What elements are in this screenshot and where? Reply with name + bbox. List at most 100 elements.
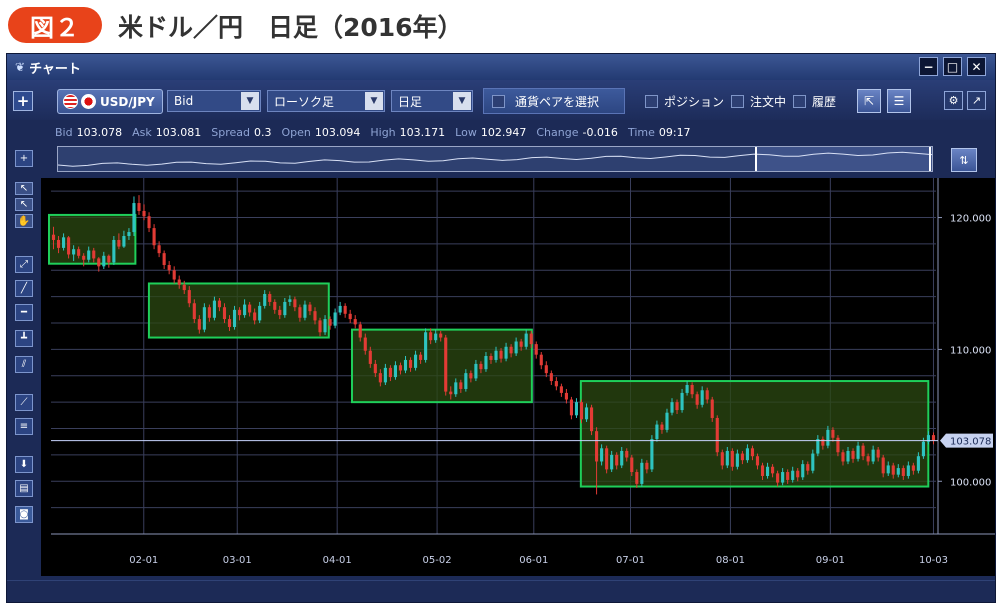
history-toggle[interactable]: 履歴 (793, 93, 836, 110)
chevron-down-icon[interactable]: ▼ (453, 92, 471, 110)
orders-checkbox[interactable] (731, 95, 744, 108)
fan-icon[interactable]: ⟋ (15, 394, 33, 411)
candle-body (283, 301, 287, 316)
candle-body (695, 394, 699, 405)
candle-body (876, 449, 880, 458)
candle-body (554, 381, 558, 387)
candle-body (685, 385, 689, 393)
camera-icon[interactable]: ◙ (15, 506, 33, 523)
x-tick-label: 08-01 (716, 555, 745, 566)
window-title: チャート (29, 61, 81, 77)
time-value: 09:17 (658, 125, 691, 139)
candle-body (419, 354, 423, 360)
candle-body (97, 258, 101, 267)
candle-body (841, 452, 845, 462)
candle-body (881, 457, 885, 474)
candle-body (303, 304, 307, 318)
candle-body (348, 313, 352, 320)
candle-body (343, 305, 347, 314)
candle-body (232, 309, 237, 327)
chevron-down-icon[interactable]: ▼ (365, 92, 383, 110)
positions-toggle[interactable]: ポジション (645, 93, 724, 110)
chart-canvas[interactable]: 02-01 03-01 04-01 05-02 06-01 07-01 08-01 09-01… (41, 178, 995, 576)
spread-value: 0.3 (253, 125, 272, 139)
ask-label: Ask (132, 125, 152, 139)
popout-icon[interactable]: ↗ (967, 91, 986, 110)
candle-body (725, 450, 729, 466)
chevron-down-icon[interactable]: ▼ (241, 92, 259, 110)
candle-body (735, 453, 739, 467)
list-icon[interactable]: ▤ (15, 480, 33, 497)
pointer-icon[interactable]: ↖ (15, 182, 33, 195)
figure-header: 図２ 米ドル／円 日足（2016年） (0, 0, 1000, 50)
candle-body (51, 234, 56, 240)
candle-body (484, 356, 488, 370)
fibonacci-icon[interactable]: ≡ (15, 418, 33, 435)
candle-body (137, 203, 141, 211)
candle-body (92, 250, 96, 259)
drawing-tools: + ↖ ↖ ✋ ⤢ ╱ ━ ┻ ⫽ ⟋ ≡ ⬇ ▤ ◙ (7, 120, 41, 580)
orders-toggle[interactable]: 注文中 (731, 93, 786, 110)
candle-body (142, 210, 146, 217)
list-view-icon[interactable]: ☰ (887, 89, 911, 113)
candle-body (796, 470, 800, 478)
currency-pair-button[interactable]: USD/JPY (57, 89, 163, 114)
candle-body (574, 402, 579, 416)
candle-body (896, 468, 900, 475)
candle-body (750, 448, 755, 457)
chart-toolbar: + USD/JPY Bid ▼ ローソク足 ▼ 日足 ▼ 通貨ペアを選択 ポジシ… (7, 80, 995, 120)
horizontal-line-icon[interactable]: ━ (15, 304, 33, 321)
positions-checkbox[interactable] (645, 95, 658, 108)
candle-body (640, 462, 644, 484)
trendline-icon[interactable]: ⤢ (15, 256, 33, 273)
chart-type-select[interactable]: ローソク足 ▼ (267, 90, 385, 112)
minimize-button[interactable]: − (919, 57, 938, 76)
select-pair-button[interactable]: 通貨ペアを選択 (483, 88, 625, 114)
restore-button[interactable]: □ (943, 57, 962, 76)
candle-body (861, 445, 865, 457)
plus-icon[interactable]: + (15, 150, 33, 167)
hand-icon[interactable]: ✋ (15, 214, 33, 228)
navigator-zoom-icon[interactable]: ⇅ (951, 148, 977, 172)
add-chart-button[interactable]: + (13, 91, 33, 111)
gear-icon[interactable]: ⚙ (944, 91, 963, 110)
candle-body (408, 359, 413, 368)
candle-body (856, 445, 860, 459)
timeframe-select[interactable]: 日足 ▼ (391, 90, 473, 112)
chart-export-icon[interactable]: ⇱ (857, 89, 881, 113)
candle-body (67, 237, 71, 255)
candle-body (776, 473, 780, 483)
channel-icon[interactable]: ⫽ (15, 356, 33, 373)
candle-body (791, 470, 795, 480)
candle-body (740, 453, 744, 461)
navigator-overview[interactable] (57, 147, 933, 171)
download-icon[interactable]: ⬇ (15, 456, 33, 473)
change-value: -0.016 (582, 125, 618, 139)
candle-body (620, 450, 624, 466)
candlestick-chart[interactable]: 02-01 03-01 04-01 05-02 06-01 07-01 08-01 09-01… (41, 178, 995, 576)
candle-body (222, 307, 227, 320)
candle-body (589, 407, 594, 432)
line-tool-icon[interactable]: ╱ (15, 280, 33, 297)
vertical-line-icon[interactable]: ┻ (15, 330, 33, 347)
close-button[interactable]: ✕ (967, 57, 986, 76)
x-tick-label: 05-02 (423, 555, 452, 566)
candle-body (182, 284, 186, 291)
candle-body (760, 465, 765, 476)
candle-body (248, 304, 252, 313)
chart-navigator[interactable] (57, 146, 933, 172)
candle-body (132, 203, 136, 233)
history-checkbox[interactable] (793, 95, 806, 108)
select-pair-label: 通貨ペアを選択 (515, 94, 600, 109)
price-type-select[interactable]: Bid ▼ (167, 90, 261, 112)
candle-body (77, 249, 81, 256)
x-tick-label: 03-01 (223, 555, 252, 566)
candle-body (62, 237, 66, 248)
candle-body (298, 307, 302, 318)
window-titlebar[interactable]: ❦ チャート − □ ✕ (7, 54, 995, 80)
candle-body (670, 402, 674, 413)
time-label: Time (627, 125, 655, 139)
candle-body (167, 265, 171, 271)
select-pair-checkbox[interactable] (492, 94, 505, 108)
crosshair-pointer-icon[interactable]: ↖ (15, 198, 33, 211)
